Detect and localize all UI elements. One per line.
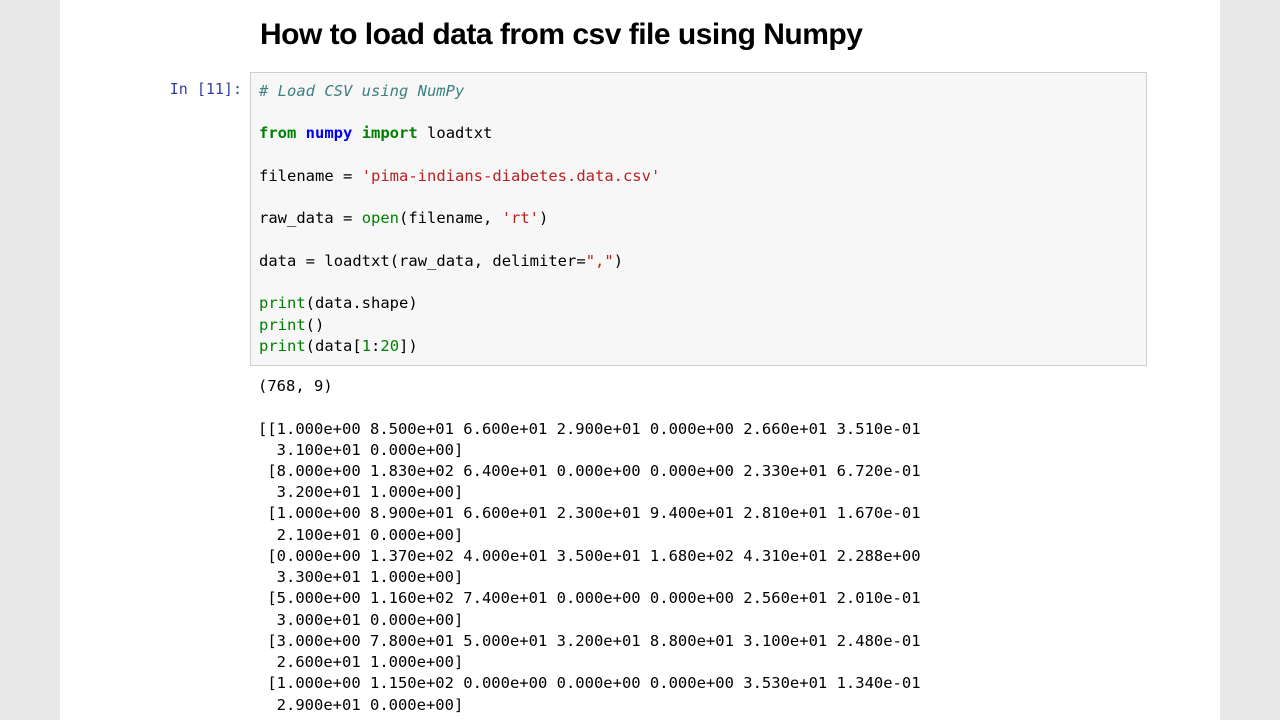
arg-rawdata: raw_data xyxy=(399,252,474,270)
var-rawdata: raw_data xyxy=(259,209,334,227)
module-numpy: numpy xyxy=(306,124,353,142)
op-eq: = xyxy=(343,167,352,185)
code-comment: # Load CSV using NumPy xyxy=(259,82,464,100)
markdown-cell: How to load data from csv file using Num… xyxy=(60,18,1220,72)
var-filename: filename xyxy=(259,167,334,185)
fn-print: print xyxy=(259,316,306,334)
output-cell: (768, 9) [[1.000e+00 8.500e+01 6.600e+01… xyxy=(60,372,1220,716)
op-eq: = xyxy=(306,252,315,270)
fn-loadtxt: loadtxt xyxy=(324,252,389,270)
page-title: How to load data from csv file using Num… xyxy=(260,18,1100,52)
colon: : xyxy=(371,337,380,355)
code-cell[interactable]: In [11]: # Load CSV using NumPy from num… xyxy=(60,72,1220,366)
code-input-area[interactable]: # Load CSV using NumPy from numpy import… xyxy=(250,72,1147,366)
str-filename: 'pima-indians-diabetes.data.csv' xyxy=(362,167,661,185)
kw-from: from xyxy=(259,124,296,142)
slice-open: data[ xyxy=(315,337,362,355)
var-data: data xyxy=(259,252,296,270)
kw-import: import xyxy=(362,124,418,142)
op-eq: = xyxy=(343,209,352,227)
num-1: 1 xyxy=(362,337,371,355)
close-br: ]) xyxy=(399,337,418,355)
str-rt: 'rt' xyxy=(502,209,539,227)
arg-filename: filename xyxy=(408,209,483,227)
num-20: 20 xyxy=(380,337,399,355)
notebook-container: How to load data from csv file using Num… xyxy=(60,0,1220,720)
fn-open: open xyxy=(362,209,399,227)
output-text: (768, 9) [[1.000e+00 8.500e+01 6.600e+01… xyxy=(250,372,1205,716)
fn-print: print xyxy=(259,337,306,355)
fn-print: print xyxy=(259,294,306,312)
arg-delim: delimiter xyxy=(492,252,576,270)
str-comma: "," xyxy=(586,252,614,270)
attr-shape: data.shape xyxy=(315,294,408,312)
fn-loadtxt: loadtxt xyxy=(427,124,492,142)
input-prompt: In [11]: xyxy=(60,72,250,366)
output-prompt xyxy=(60,372,250,716)
